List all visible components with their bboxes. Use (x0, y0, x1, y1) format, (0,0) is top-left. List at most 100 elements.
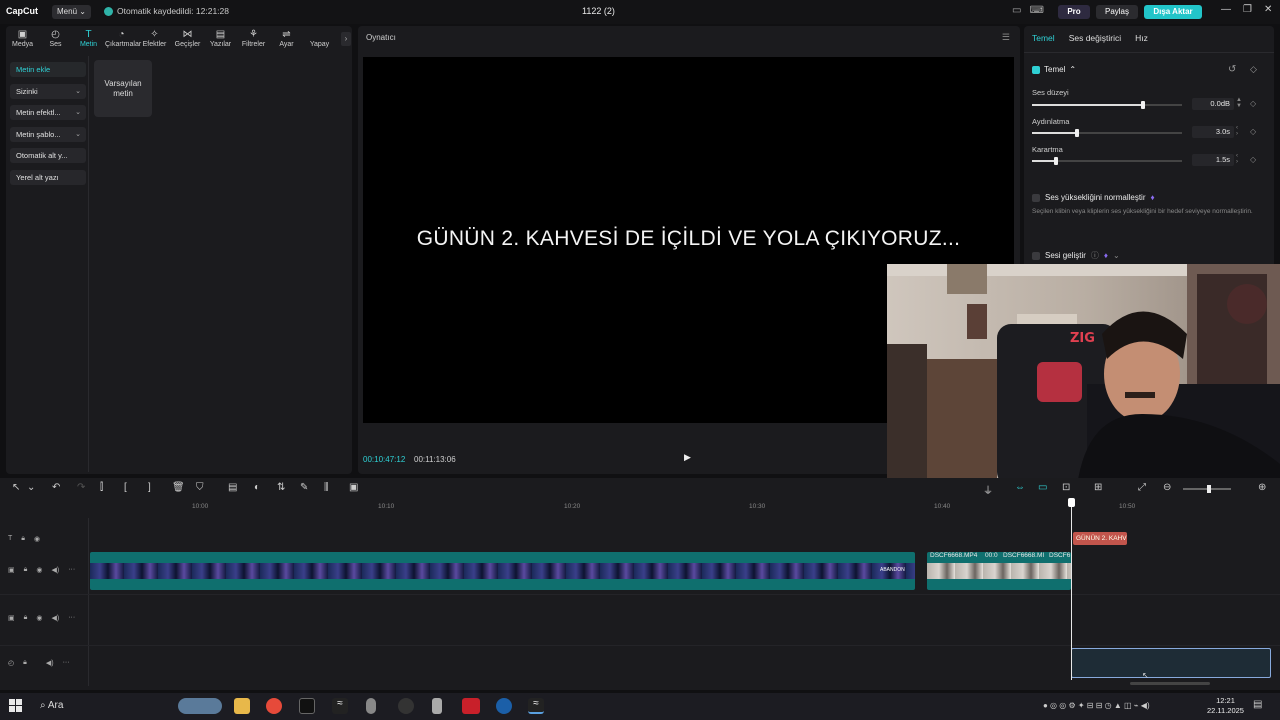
stepper-icon[interactable]: ‹ › (1236, 125, 1238, 137)
delete-icon[interactable]: 🗑 (172, 482, 185, 493)
export-button[interactable]: Dışa Aktar (1144, 5, 1202, 19)
slider-knob[interactable] (1141, 101, 1145, 109)
microphone-icon[interactable] (366, 698, 376, 714)
tab-ai[interactable]: Yapay (303, 26, 336, 54)
stepper-icon[interactable]: ‹ › (1236, 153, 1238, 165)
tab-transitions[interactable]: ⋈ Geçişler (171, 26, 204, 54)
lock-icon[interactable]: 🔒︎ (23, 659, 27, 667)
more-icon[interactable]: ··· (68, 614, 75, 622)
shortcut-icon[interactable]: ⌨ (1029, 5, 1043, 16)
fade-out-slider[interactable] (1032, 157, 1182, 165)
obs-icon[interactable] (398, 698, 414, 714)
mic-icon[interactable]: ⏚ (983, 482, 993, 497)
select-tool-icon[interactable]: ↖ (12, 482, 20, 493)
playhead-handle[interactable] (1068, 498, 1075, 507)
undo-icon[interactable]: ↶ (52, 482, 60, 493)
app-r-icon[interactable] (299, 698, 315, 714)
freeze-icon[interactable]: ⫼ (324, 482, 329, 493)
volume-value[interactable]: 0.0dB (1192, 98, 1234, 110)
trim-left-icon[interactable]: [ (124, 482, 127, 493)
enhance-checkbox[interactable] (1032, 251, 1040, 260)
tab-captions[interactable]: ▤ Yazılar (204, 26, 237, 54)
eye-icon[interactable]: ◉ (36, 566, 42, 574)
fade-in-value[interactable]: 3.0s (1192, 126, 1234, 138)
preview-axis-icon[interactable]: ⊡ (1062, 482, 1070, 493)
sidebar-item-yours[interactable]: Sizinki ⌄ (10, 83, 86, 99)
more-icon[interactable]: ··· (68, 566, 75, 574)
caption-tool-icon[interactable]: ▤ (228, 482, 237, 493)
mic-app-icon[interactable] (432, 698, 442, 714)
widget-icon[interactable] (178, 698, 222, 714)
stepper-icon[interactable]: ▲ ▼ (1236, 97, 1242, 109)
lock-icon[interactable]: 🔒︎ (24, 566, 28, 574)
audio-clip[interactable]: ↖ (1071, 648, 1271, 680)
sidebar-item-auto-captions[interactable]: Otomatik alt y... (10, 148, 86, 163)
tab-basic[interactable]: Temel (1032, 33, 1055, 43)
lock-icon[interactable]: 🔒︎ (21, 535, 25, 543)
play-icon[interactable]: ▶ (684, 452, 691, 463)
normalize-row[interactable]: Ses yüksekliğini normalleştir ♦ (1032, 193, 1155, 202)
sidebar-item-text-templates[interactable]: Metin şablo... ⌄ (10, 126, 86, 142)
zoom-slider[interactable] (1183, 485, 1231, 493)
close-icon[interactable]: ✕ (1264, 4, 1272, 15)
basic-section-header[interactable]: Temel ⌃ (1032, 65, 1076, 74)
split-icon[interactable]: ⫿ (100, 482, 103, 493)
tab-stickers[interactable]: ◔ Çıkartmalar (105, 26, 141, 54)
capcut-icon[interactable]: ≈ (332, 698, 348, 714)
split-view-icon[interactable]: ⊞ (1094, 482, 1102, 493)
notification-icon[interactable]: ▤ (1253, 699, 1262, 710)
keyframe-icon[interactable]: ◇ (1250, 64, 1257, 75)
maximize-icon[interactable]: ❐ (1243, 4, 1252, 15)
more-icon[interactable]: ··· (63, 659, 70, 667)
keyframe-icon[interactable]: ◇ (1250, 99, 1256, 108)
keyframe-icon[interactable]: ◇ (1250, 127, 1256, 136)
capcut-active-icon[interactable]: ≈ (528, 698, 544, 714)
shield-icon[interactable]: ⛉ (196, 482, 204, 493)
taskbar-search[interactable]: ⌕ Ara (40, 700, 63, 711)
tray-icons[interactable]: ● ◎ ◎ ⚙ ✦ ⊟ ⊟ ◷ ▲ ◫ ⌁ ◀) (1043, 701, 1150, 710)
sidebar-item-text-effects[interactable]: Metin efektl... ⌄ (10, 105, 86, 120)
tab-audio[interactable]: ◴ Ses (39, 26, 72, 54)
chrome-icon[interactable] (266, 698, 282, 714)
crop-icon[interactable]: ▣ (349, 482, 358, 493)
voice-app-icon[interactable] (462, 698, 480, 714)
tab-filters[interactable]: ⚘ Filtreler (237, 26, 270, 54)
default-text-preset[interactable]: Varsayılan metin (94, 60, 152, 117)
tab-speed[interactable]: Hız (1135, 33, 1148, 43)
volume-slider[interactable] (1032, 101, 1182, 109)
fade-out-value[interactable]: 1.5s (1192, 154, 1234, 166)
time-ruler[interactable]: 10:00 10:10 10:20 10:30 10:40 10:50 (90, 500, 1280, 512)
sidebar-item-local-captions[interactable]: Yerel alt yazı (10, 169, 86, 185)
speaker-icon[interactable]: ◀) (51, 614, 59, 622)
preview-caption[interactable]: GÜNÜN 2. KAHVESİ DE İÇİLDİ VE YOLA ÇIKIY… (363, 227, 1014, 251)
speaker-icon[interactable]: ◀) (46, 659, 54, 667)
slider-knob[interactable] (1054, 157, 1058, 165)
tab-adjust[interactable]: ⇌ Ayar (270, 26, 303, 54)
text-clip[interactable]: GÜNÜN 2. KAHV (1073, 532, 1127, 545)
keyframe-icon[interactable]: ◇ (1250, 155, 1256, 164)
fade-in-slider[interactable] (1032, 129, 1182, 137)
trim-right-icon[interactable]: ] (148, 482, 151, 493)
share-button[interactable]: Paylaş (1096, 5, 1138, 19)
tab-media[interactable]: ▣ Medya (6, 26, 39, 54)
video-clip[interactable]: ABANDON (90, 552, 915, 590)
sidebar-item-add-text[interactable]: Metin ekle (10, 62, 86, 77)
fit-icon[interactable]: ⤢ (1138, 482, 1146, 493)
lock-icon[interactable]: 🔒︎ (24, 614, 28, 622)
zoom-out-icon[interactable]: ⊖ (1163, 482, 1171, 493)
playhead[interactable] (1071, 502, 1072, 680)
taskbar-clock[interactable]: 12:21 22.11.2025 (1207, 696, 1244, 716)
redo-icon[interactable]: ↷ (77, 482, 85, 493)
tab-text[interactable]: T Metin (72, 26, 105, 54)
windows-start-icon[interactable] (9, 699, 22, 712)
chevron-down-icon[interactable]: ⌄ (27, 482, 35, 493)
slider-knob[interactable] (1075, 129, 1079, 137)
adjust-tool-icon[interactable]: ⇅ (277, 482, 285, 493)
layout-icon[interactable]: ▭ (1012, 5, 1021, 16)
eye-icon[interactable]: ◉ (36, 614, 42, 622)
eye-icon[interactable]: ◉ (34, 535, 40, 543)
file-explorer-icon[interactable] (234, 698, 250, 714)
steam-icon[interactable] (496, 698, 512, 714)
pen-icon[interactable]: ✎ (300, 482, 308, 493)
snap-icon[interactable]: ▭ (1038, 482, 1047, 493)
